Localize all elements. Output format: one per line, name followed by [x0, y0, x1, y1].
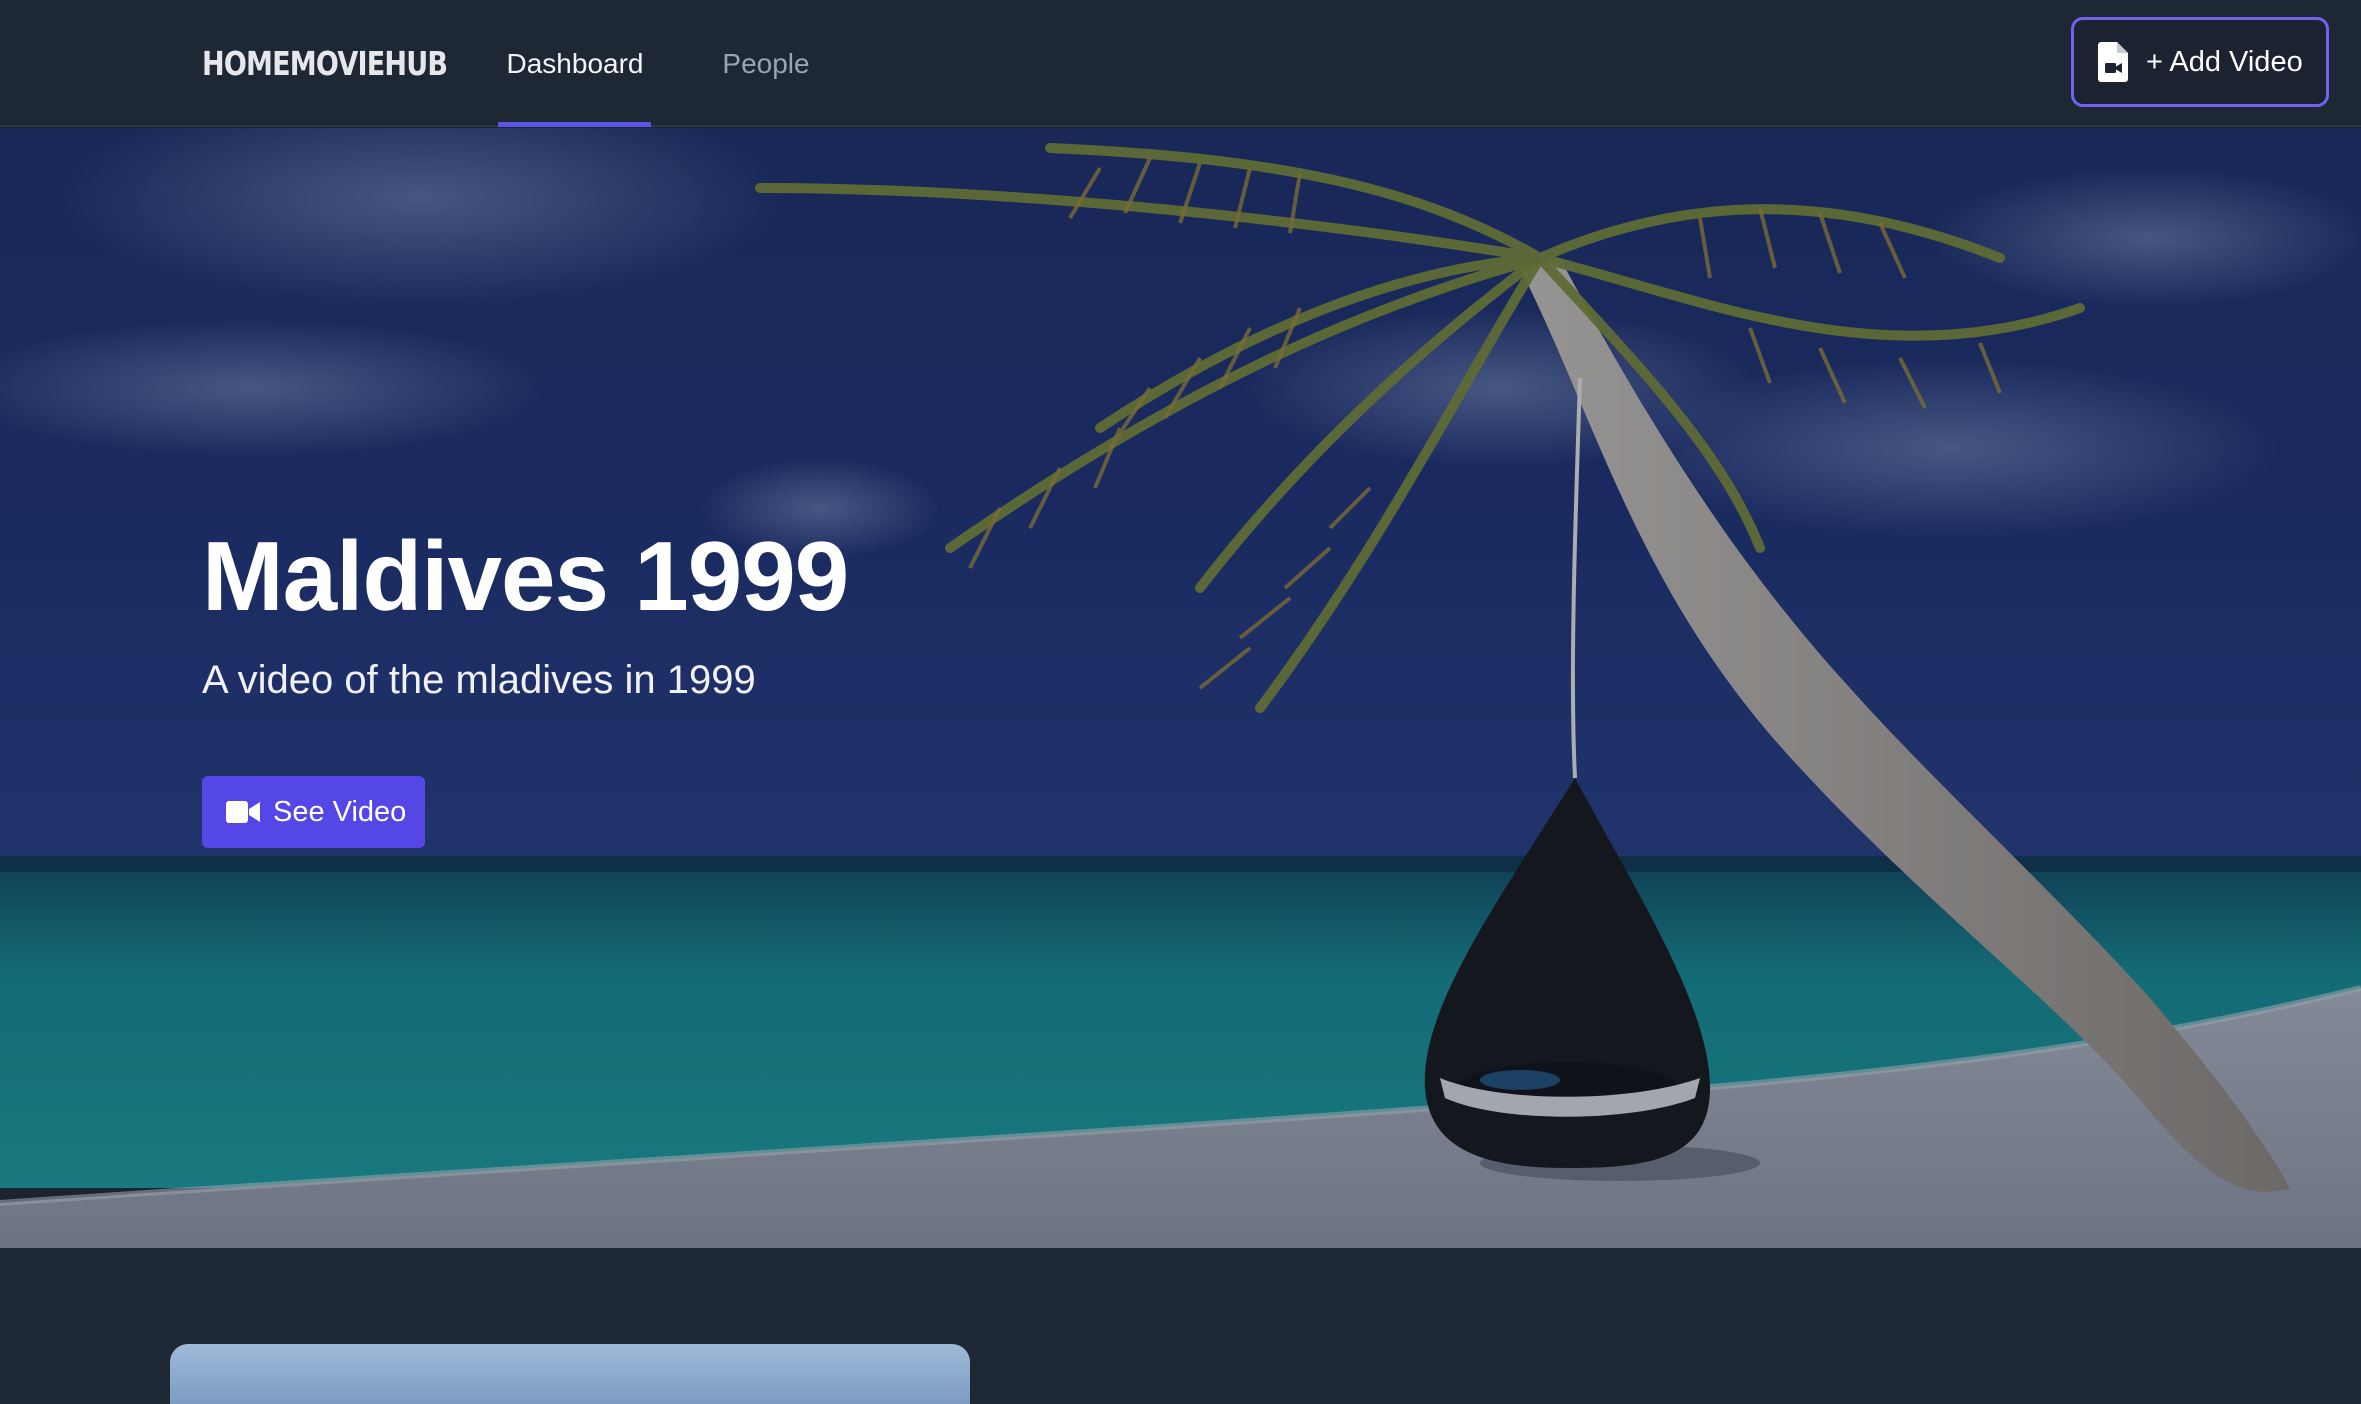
- tab-dashboard[interactable]: Dashboard: [499, 0, 651, 127]
- file-video-icon: [2098, 42, 2128, 82]
- tab-people[interactable]: People: [704, 0, 828, 127]
- video-camera-icon: [226, 801, 260, 823]
- hero-title: Maldives 1999: [202, 521, 849, 631]
- top-navbar: HOMEMOVIEHUB Dashboard People + Add Vide…: [0, 0, 2361, 127]
- featured-video-hero: Maldives 1999 A video of the mladives in…: [0, 128, 2361, 1248]
- add-video-button[interactable]: + Add Video: [2071, 17, 2329, 107]
- active-tab-indicator: [498, 122, 651, 127]
- brand-logo[interactable]: HOMEMOVIEHUB: [202, 40, 448, 88]
- add-video-label: + Add Video: [2146, 45, 2303, 78]
- video-card-thumbnail[interactable]: [170, 1344, 970, 1404]
- see-video-button[interactable]: See Video: [202, 776, 425, 848]
- hero-subtitle: A video of the mladives in 1999: [202, 658, 756, 702]
- video-list-section: [0, 1248, 2361, 1404]
- see-video-label: See Video: [273, 795, 407, 828]
